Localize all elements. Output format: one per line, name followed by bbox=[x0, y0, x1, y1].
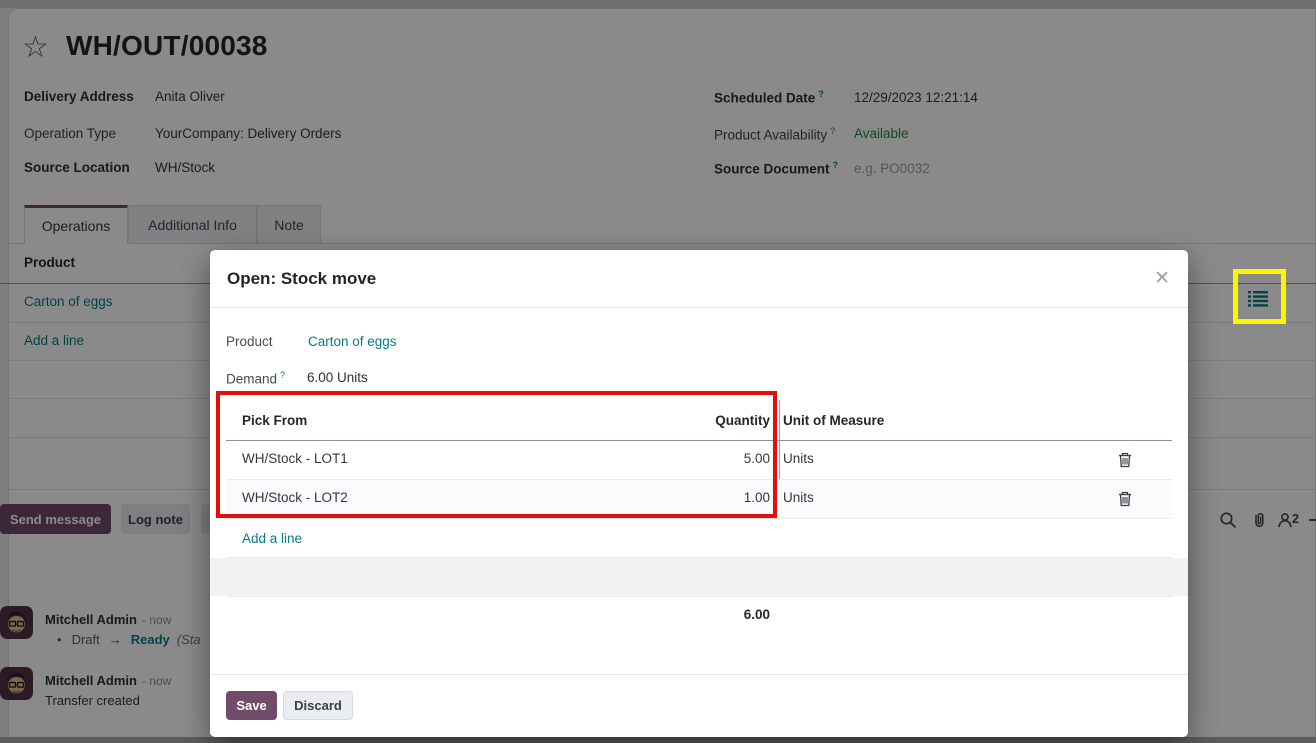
column-header-uom: Unit of Measure bbox=[783, 413, 884, 428]
save-button[interactable]: Save bbox=[226, 691, 277, 720]
discard-button[interactable]: Discard bbox=[283, 691, 353, 720]
quantity-total: 6.00 bbox=[570, 607, 770, 622]
empty-row-band bbox=[210, 558, 1188, 596]
row-divider bbox=[226, 596, 1172, 597]
help-icon: ? bbox=[280, 370, 285, 380]
dialog-title: Open: Stock move bbox=[227, 269, 376, 289]
close-icon[interactable]: ✕ bbox=[1148, 265, 1176, 292]
delete-row-trash-icon[interactable] bbox=[1112, 488, 1138, 510]
row-divider bbox=[226, 518, 1172, 519]
demand-uom: Units bbox=[337, 370, 368, 385]
red-highlight-box bbox=[216, 391, 777, 518]
delivery-order-page: ☆ WH/OUT/00038 Delivery Address Anita Ol… bbox=[0, 0, 1316, 743]
add-a-line-link[interactable]: Add a line bbox=[242, 531, 302, 546]
uom-cell: Units bbox=[783, 451, 814, 466]
uom-cell: Units bbox=[783, 490, 814, 505]
product-link[interactable]: Carton of eggs bbox=[308, 334, 397, 349]
yellow-highlight-box bbox=[1233, 269, 1286, 324]
dialog-header-divider bbox=[210, 307, 1188, 308]
dialog-footer-divider bbox=[210, 674, 1188, 675]
field-label-product: Product bbox=[226, 334, 273, 349]
demand-value[interactable]: 6.00 Units bbox=[307, 370, 368, 385]
delete-row-trash-icon[interactable] bbox=[1112, 449, 1138, 471]
field-label-demand: Demand? bbox=[226, 370, 285, 387]
